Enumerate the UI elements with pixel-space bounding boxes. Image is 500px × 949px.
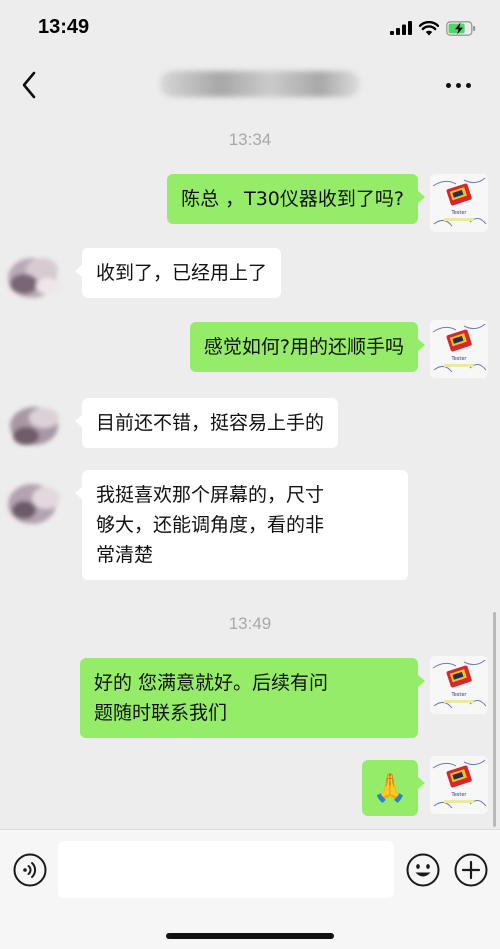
avatar-self[interactable]: Tester bbox=[430, 320, 488, 378]
avatar-blurred-image bbox=[4, 244, 70, 306]
message-bubble-contact[interactable]: 我挺喜欢那个屏幕的，尺寸 够大，还能调角度，看的非 常清楚 bbox=[75, 470, 408, 580]
chevron-left-icon bbox=[22, 71, 36, 99]
nav-bar bbox=[0, 56, 500, 114]
message-bubble-contact[interactable]: 目前还不错，挺容易上手的 bbox=[74, 398, 339, 448]
avatar-blurred-image bbox=[4, 394, 70, 456]
chat-message-list[interactable]: 13:34 陈总 ，T30仪器收到了吗? Tester 收到了，已经用上了 感觉… bbox=[0, 114, 500, 829]
message-bubble-contact[interactable]: 收到了，已经用上了 bbox=[74, 248, 282, 298]
status-time: 13:49 bbox=[38, 16, 90, 38]
back-button[interactable] bbox=[14, 68, 44, 102]
message-text-line: 常清楚 bbox=[96, 544, 154, 566]
avatar-instrument-image: Tester bbox=[430, 174, 488, 232]
message-text-line: 题随时联系我们 bbox=[94, 702, 228, 724]
avatar-instrument-image: Tester bbox=[430, 656, 488, 714]
avatar-contact[interactable] bbox=[4, 394, 70, 456]
avatar-instrument-image: Tester bbox=[430, 320, 488, 378]
avatar-contact[interactable] bbox=[4, 470, 70, 532]
more-button[interactable] bbox=[438, 74, 478, 96]
message-text: 感觉如何?用的还顺手吗 bbox=[203, 336, 404, 358]
avatar-self[interactable]: Tester bbox=[430, 656, 488, 714]
wifi-icon bbox=[419, 20, 439, 35]
voice-icon bbox=[13, 853, 47, 887]
message-bubble-self[interactable]: 陈总 ，T30仪器收到了吗? bbox=[167, 174, 425, 224]
message-text: 目前还不错，挺容易上手的 bbox=[96, 412, 325, 434]
message-text-line: 够大，还能调角度，看的非 bbox=[96, 514, 325, 536]
timestamp: 13:49 bbox=[228, 614, 272, 633]
avatar-instrument-image: Tester bbox=[430, 756, 488, 814]
voice-button[interactable] bbox=[13, 853, 47, 887]
status-icons bbox=[390, 18, 476, 38]
status-bar: 13:49 bbox=[0, 0, 500, 56]
scrollbar[interactable] bbox=[493, 612, 496, 827]
more-dots-icon bbox=[445, 82, 451, 88]
emoji-message: 🙏 bbox=[372, 771, 408, 804]
more-functions-button[interactable] bbox=[454, 853, 488, 887]
avatar-self[interactable]: Tester bbox=[430, 756, 488, 814]
home-indicator[interactable] bbox=[166, 933, 334, 939]
signal-icon bbox=[390, 21, 412, 35]
chat-title-blurred bbox=[160, 71, 360, 97]
plus-icon bbox=[454, 853, 488, 887]
svg-text:Tester: Tester bbox=[451, 692, 468, 698]
message-text-line: 我挺喜欢那个屏幕的，尺寸 bbox=[96, 484, 325, 506]
emoji-button[interactable] bbox=[406, 853, 440, 887]
message-bubble-self[interactable]: 感觉如何?用的还顺手吗 bbox=[189, 322, 426, 372]
message-text: 陈总 ，T30仪器收到了吗? bbox=[181, 188, 404, 210]
message-text-line: 好的 您满意就好。后续有问 bbox=[94, 672, 329, 694]
svg-text:Tester: Tester bbox=[451, 792, 468, 798]
timestamp: 13:34 bbox=[228, 130, 272, 149]
message-text: 收到了，已经用上了 bbox=[96, 262, 268, 284]
svg-text:Tester: Tester bbox=[451, 356, 468, 362]
message-input[interactable] bbox=[58, 841, 394, 898]
svg-text:Tester: Tester bbox=[451, 210, 468, 216]
message-bubble-self[interactable]: 🙏 bbox=[362, 760, 425, 816]
avatar-blurred-image bbox=[4, 470, 70, 532]
input-bar bbox=[0, 829, 500, 949]
battery-charging-icon bbox=[446, 20, 476, 36]
avatar-contact[interactable] bbox=[4, 244, 70, 306]
message-bubble-self[interactable]: 好的 您满意就好。后续有问 题随时联系我们 bbox=[80, 658, 425, 738]
avatar-self[interactable]: Tester bbox=[430, 174, 488, 232]
emoji-icon bbox=[406, 853, 440, 887]
